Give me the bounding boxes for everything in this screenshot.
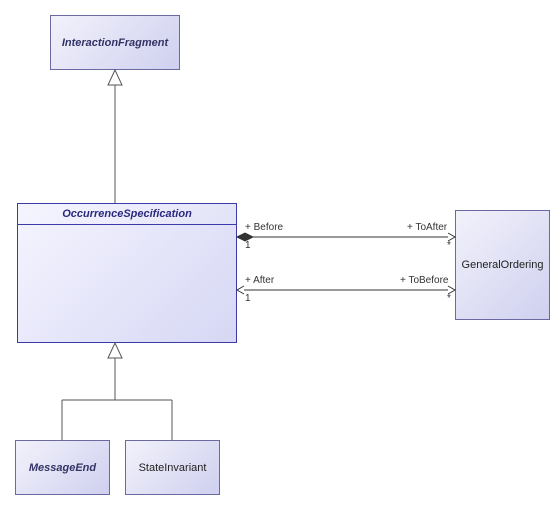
class-title: MessageEnd (29, 462, 96, 474)
assoc-mult-tobefore: * (447, 293, 451, 304)
class-title: InteractionFragment (62, 37, 168, 49)
assoc-role-tobefore: + ToBefore (400, 275, 448, 286)
class-title: StateInvariant (139, 462, 207, 474)
assoc-mult-toafter: * (447, 240, 451, 251)
class-state-invariant: StateInvariant (125, 440, 220, 495)
assoc-role-toafter: + ToAfter (407, 222, 447, 233)
class-message-end: MessageEnd (15, 440, 110, 495)
class-title: GeneralOrdering (462, 259, 544, 271)
association-after-tobefore (237, 286, 455, 294)
uml-diagram-canvas: InteractionFragment OccurrenceSpecificat… (0, 0, 560, 510)
class-title: OccurrenceSpecification (62, 208, 192, 220)
assoc-role-after: + After (245, 275, 274, 286)
assoc-mult-before: 1 (245, 240, 251, 251)
generalization-occurrence-to-interactionfragment (108, 70, 122, 203)
class-interaction-fragment: InteractionFragment (50, 15, 180, 70)
assoc-role-before: + Before (245, 222, 283, 233)
association-before-toafter (237, 233, 455, 241)
class-occurrence-specification: OccurrenceSpecification (17, 203, 237, 343)
class-general-ordering: GeneralOrdering (455, 210, 550, 320)
assoc-mult-after: 1 (245, 293, 251, 304)
generalization-children-to-occurrence (62, 343, 172, 440)
